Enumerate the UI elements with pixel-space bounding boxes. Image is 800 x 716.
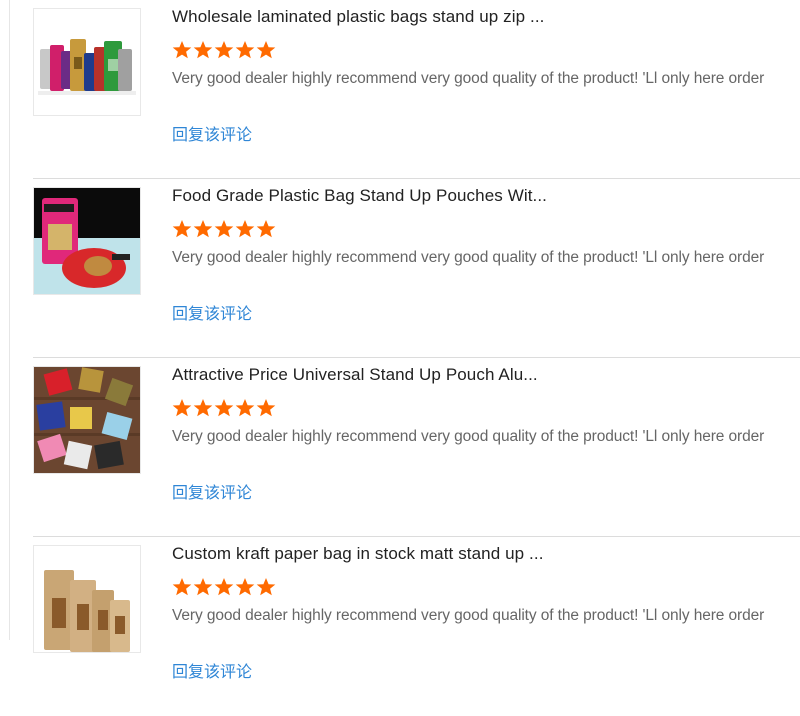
star-icon	[256, 40, 277, 60]
review-text: Very good dealer highly recommend very g…	[172, 607, 765, 624]
star-icon	[172, 219, 193, 239]
left-divider	[9, 0, 10, 640]
reply-link[interactable]: 回复该评论	[172, 479, 252, 503]
product-title[interactable]: Attractive Price Universal Stand Up Pouc…	[172, 365, 538, 385]
star-icon	[172, 398, 193, 418]
star-icon	[235, 219, 256, 239]
review-item: Custom kraft paper bag in stock matt sta…	[33, 537, 800, 716]
review-item: Attractive Price Universal Stand Up Pouc…	[33, 358, 800, 537]
multicolor-flat-pouches-on-wood-image	[34, 367, 140, 473]
review-item: Wholesale laminated plastic bags stand u…	[33, 0, 800, 179]
reply-link[interactable]: 回复该评论	[172, 658, 252, 682]
star-rating	[172, 577, 277, 597]
reply-link[interactable]: 回复该评论	[172, 121, 252, 145]
star-icon	[214, 398, 235, 418]
star-icon	[235, 40, 256, 60]
product-thumbnail[interactable]	[33, 187, 141, 295]
product-thumbnail[interactable]	[33, 545, 141, 653]
star-icon	[235, 577, 256, 597]
star-icon	[193, 219, 214, 239]
kraft-paper-pouches-image	[34, 546, 140, 652]
review-item: Food Grade Plastic Bag Stand Up Pouches …	[33, 179, 800, 358]
star-rating	[172, 40, 277, 60]
product-title[interactable]: Wholesale laminated plastic bags stand u…	[172, 7, 545, 27]
star-icon	[235, 398, 256, 418]
star-icon	[214, 577, 235, 597]
reply-link[interactable]: 回复该评论	[172, 300, 252, 324]
star-rating	[172, 398, 277, 418]
star-icon	[256, 219, 277, 239]
star-icon	[256, 398, 277, 418]
review-text: Very good dealer highly recommend very g…	[172, 249, 765, 266]
product-thumbnail[interactable]	[33, 366, 141, 474]
product-title[interactable]: Food Grade Plastic Bag Stand Up Pouches …	[172, 186, 547, 206]
star-icon	[214, 219, 235, 239]
star-rating	[172, 219, 277, 239]
colorful-stand-up-pouches-image	[34, 9, 140, 115]
star-icon	[172, 577, 193, 597]
star-icon	[256, 577, 277, 597]
review-text: Very good dealer highly recommend very g…	[172, 70, 765, 87]
star-icon	[193, 40, 214, 60]
star-icon	[172, 40, 193, 60]
product-title[interactable]: Custom kraft paper bag in stock matt sta…	[172, 544, 544, 564]
review-text: Very good dealer highly recommend very g…	[172, 428, 765, 445]
star-icon	[193, 577, 214, 597]
pink-and-red-pouches-image	[34, 188, 140, 294]
star-icon	[193, 398, 214, 418]
star-icon	[214, 40, 235, 60]
product-thumbnail[interactable]	[33, 8, 141, 116]
